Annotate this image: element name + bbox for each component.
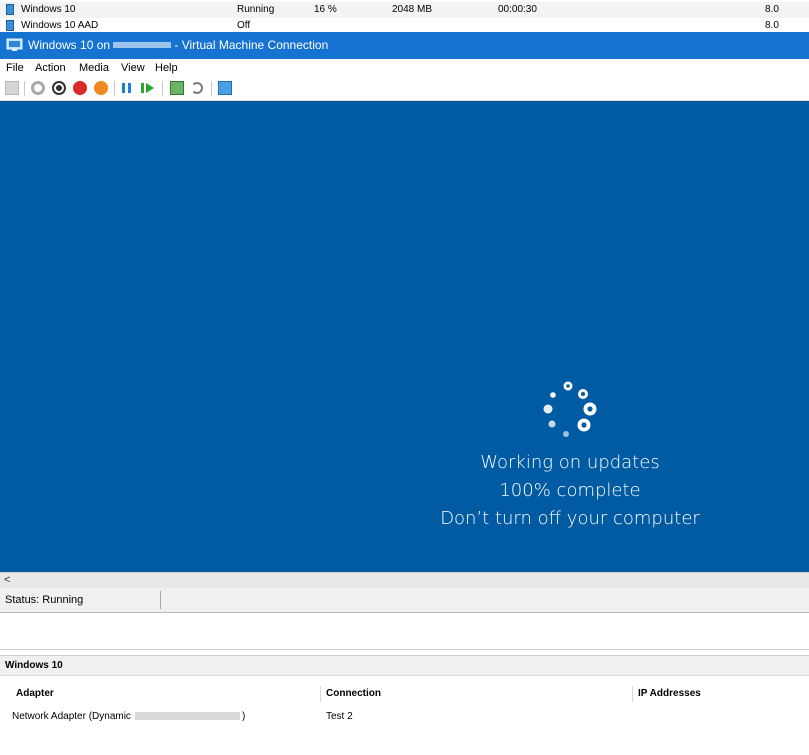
menu-media[interactable]: Media [79,59,109,77]
background-pane [0,613,809,650]
vm-name: Windows 10 [21,4,76,15]
vm-connection-icon [6,38,23,51]
status-bar: Status: Running [0,588,809,613]
vm-list: Windows 10 Running 16 % 2048 MB 00:00:30… [0,0,809,32]
vm-list-row[interactable]: Windows 10 Running 16 % 2048 MB 00:00:30… [0,2,809,18]
vm-screen[interactable]: Working on updates 100% complete Don’t t… [0,101,809,572]
redacted-host [113,41,172,48]
update-warning-line: Don’t turn off your computer [440,508,700,529]
scroll-left-icon[interactable]: < [4,573,10,588]
menu-bar: File Action Media View Help [0,59,809,77]
toolbar-separator [114,81,115,96]
resume-icon[interactable] [141,83,144,93]
menu-help[interactable]: Help [155,59,178,77]
adapter-cell[interactable]: Network Adapter (Dynamic) [12,711,245,722]
start-icon[interactable] [31,81,45,95]
window-title-prefix: Windows 10 on [28,38,111,52]
resume-arrow [146,83,154,93]
pause-icon[interactable] [122,83,125,93]
menu-view[interactable]: View [121,59,145,77]
column-header-connection[interactable]: Connection [326,688,381,699]
menu-file[interactable]: File [6,59,24,77]
vm-list-row[interactable]: Windows 10 AAD Off 8.0 [0,18,809,32]
menu-action[interactable]: Action [35,59,66,77]
vm-memory: 2048 MB [392,4,433,15]
vm-name: Windows 10 AAD [21,20,99,31]
vm-state: Running [237,4,275,15]
vm-icon [6,20,14,31]
column-divider [320,686,321,702]
vm-cpu: 16 % [314,4,337,15]
vm-uptime: 00:00:30 [498,4,537,15]
toolbar-separator [211,81,212,96]
enhanced-session-icon[interactable] [218,81,232,95]
revert-icon[interactable] [191,82,203,94]
details-pane: Windows 10 Adapter Connection IP Address… [0,655,809,755]
loading-spinner-icon [543,381,597,437]
adapter-name: Network Adapter (Dynamic [12,711,131,722]
connection-cell: Test 2 [326,711,353,722]
turn-off-icon[interactable] [52,81,66,95]
shut-down-icon[interactable] [73,81,87,95]
column-header-ip-addresses[interactable]: IP Addresses [638,688,701,699]
update-progress-line: 100% complete [499,480,641,501]
ctrl-alt-del-icon[interactable] [5,81,19,95]
checkpoint-icon[interactable] [170,81,184,95]
status-divider [160,591,161,609]
window-title-suffix: - Virtual Machine Connection [174,38,329,52]
pause-icon-bar [128,83,131,93]
update-status-line: Working on updates [480,452,660,473]
adapter-suffix: ) [241,711,246,722]
vm-version: 8.0 [765,20,779,31]
details-title: Windows 10 [0,656,809,676]
toolbar [0,77,809,101]
vm-state: Off [237,20,251,31]
vm-version: 8.0 [765,4,779,15]
column-divider [632,686,633,702]
status-text: Status: Running [5,594,84,606]
power-icon[interactable] [94,81,108,95]
vm-icon [6,4,14,15]
window-title: Windows 10 on - Virtual Machine Connecti… [28,32,328,59]
toolbar-separator [162,81,163,96]
column-header-adapter[interactable]: Adapter [16,688,54,699]
toolbar-separator [24,81,25,96]
horizontal-scrollbar[interactable]: < [0,572,809,588]
redacted-adapter-id [134,712,240,721]
window-title-bar[interactable]: Windows 10 on - Virtual Machine Connecti… [0,32,809,59]
